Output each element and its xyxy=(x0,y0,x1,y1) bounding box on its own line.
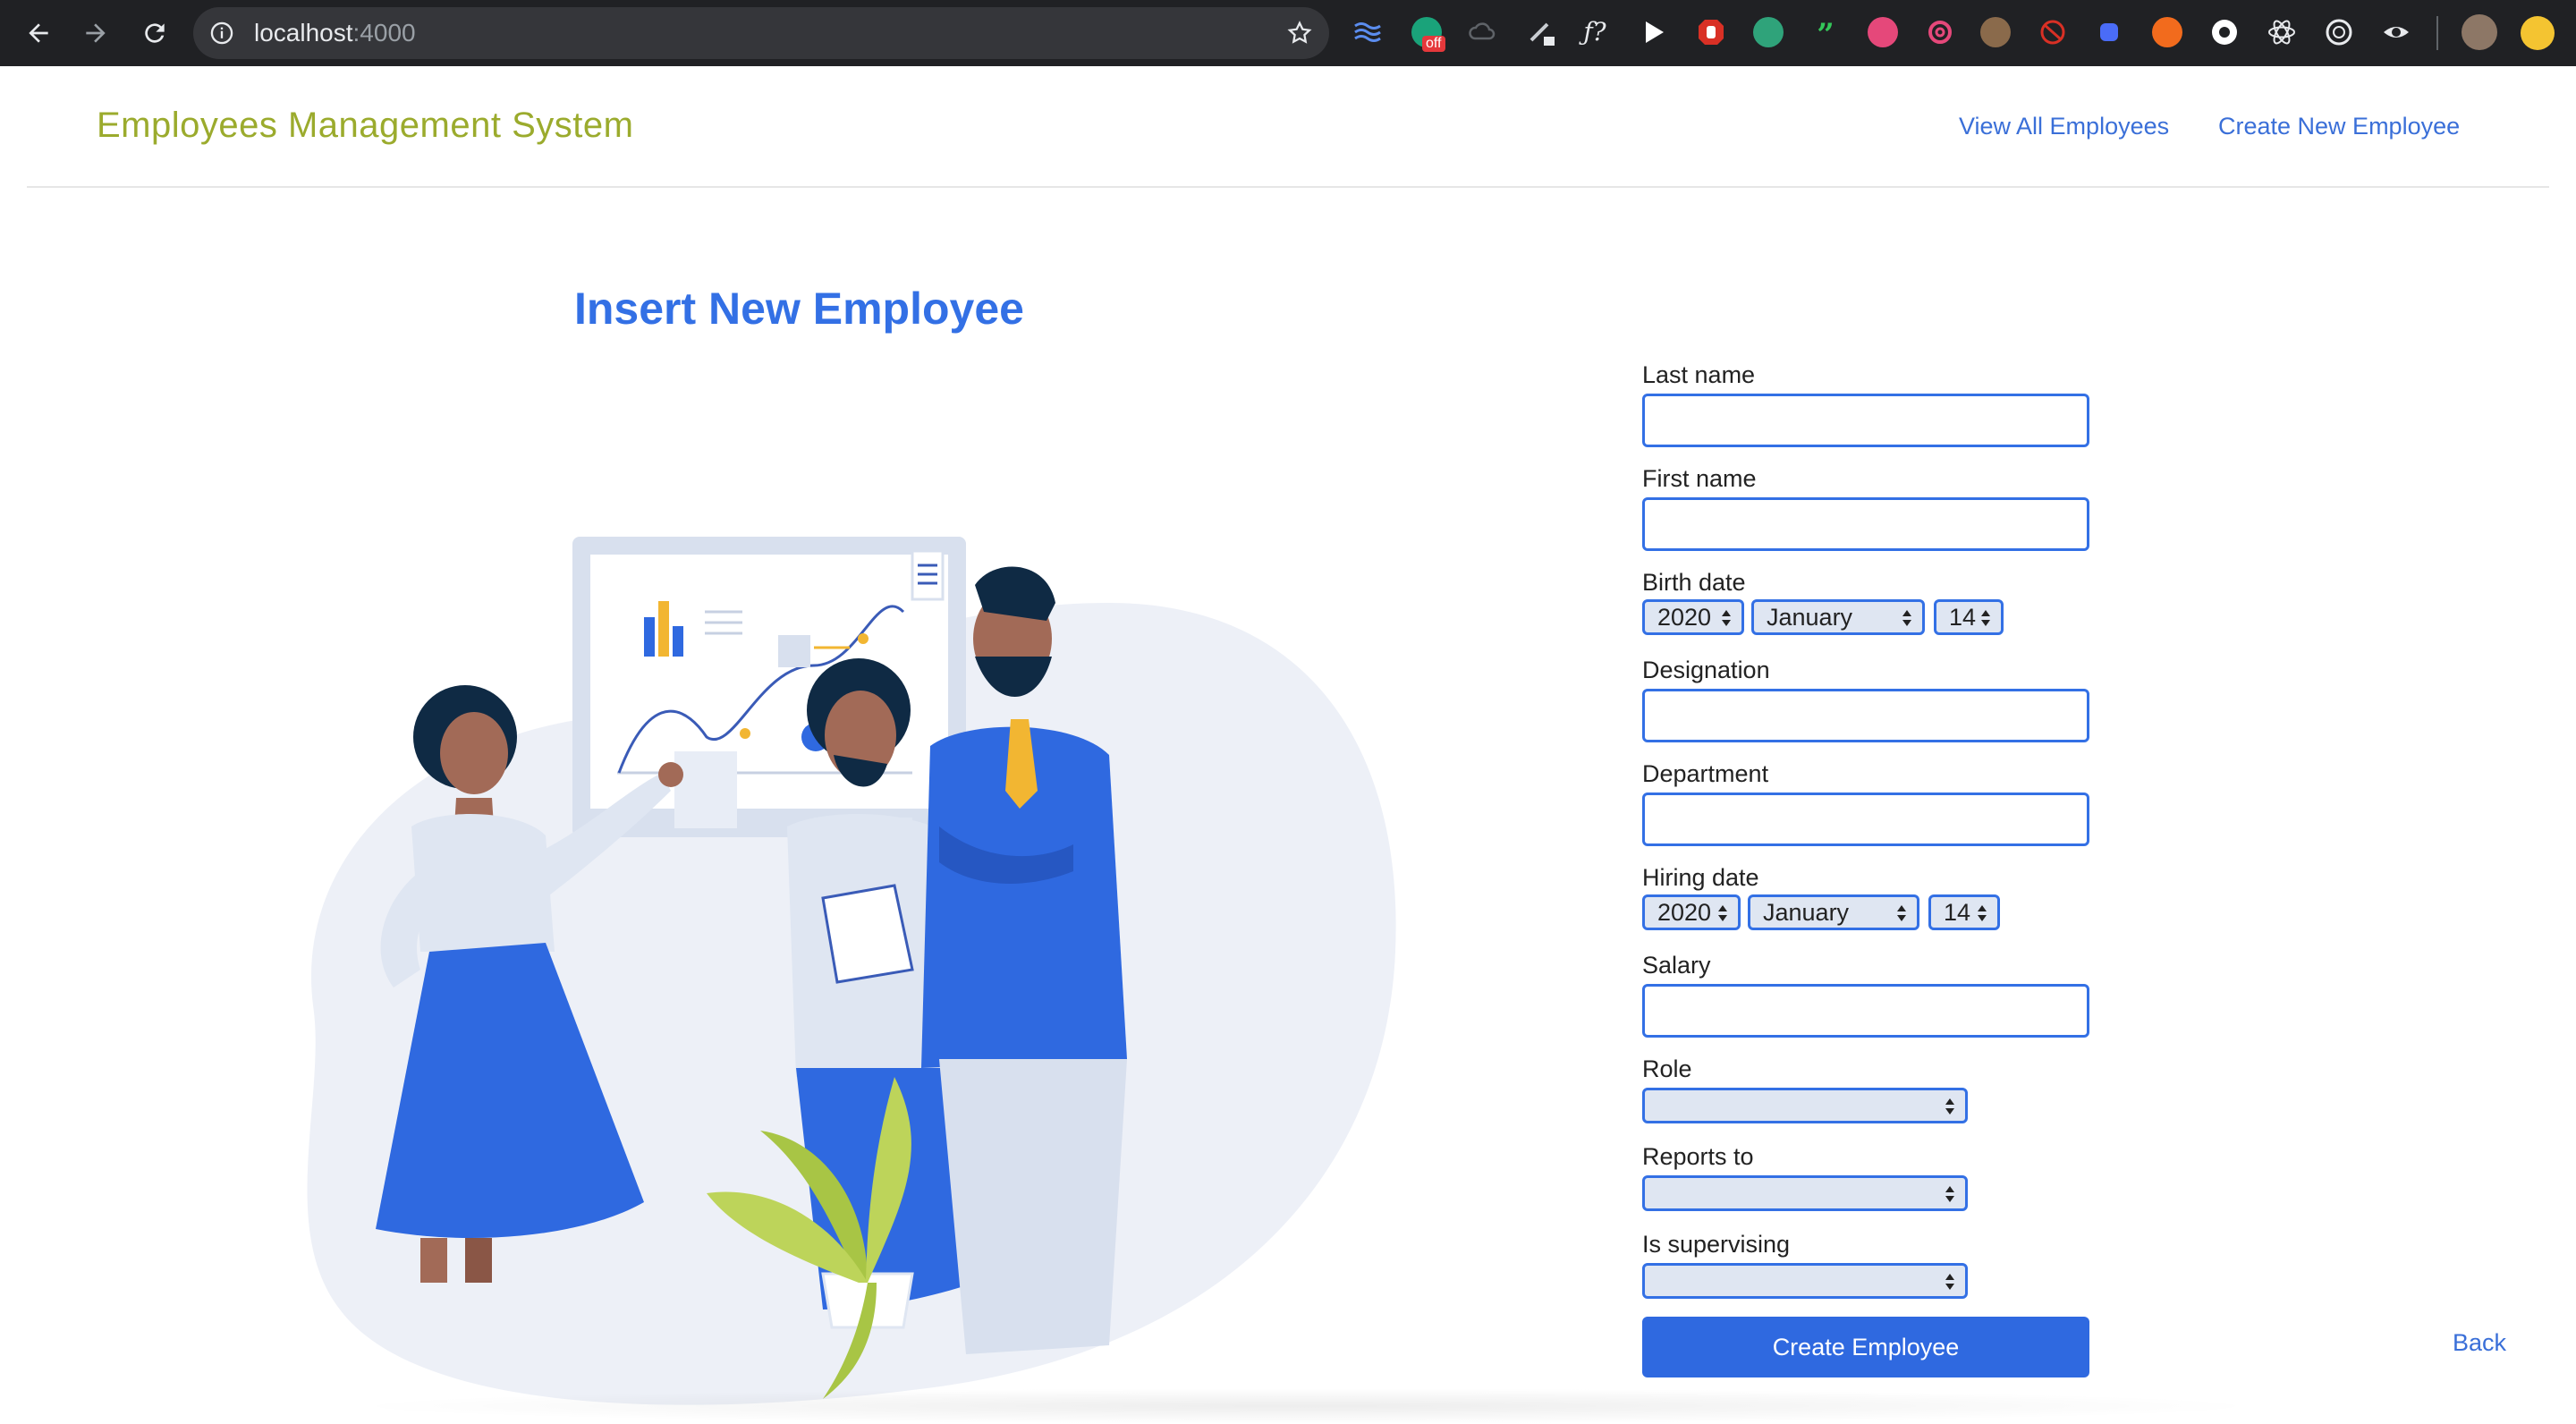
extension-dribbble-icon[interactable] xyxy=(2038,17,2068,47)
select-arrows-icon xyxy=(1902,610,1911,626)
select-arrows-icon xyxy=(1722,610,1731,626)
select-arrows-icon xyxy=(1897,905,1906,921)
designation-label: Designation xyxy=(1642,657,1770,683)
hiring-day-select[interactable]: 14 xyxy=(1928,894,2000,930)
select-arrows-icon xyxy=(1981,610,1990,626)
extension-waves-icon[interactable] xyxy=(1352,17,1383,47)
hiring-year-select[interactable]: 2020 xyxy=(1642,894,1741,930)
address-bar[interactable]: localhost:4000 xyxy=(193,7,1329,59)
reload-icon[interactable] xyxy=(134,13,175,54)
extension-cookie-icon[interactable] xyxy=(1980,17,2011,47)
reports-to-label: Reports to xyxy=(1642,1143,1754,1170)
role-select[interactable] xyxy=(1642,1088,1968,1123)
page: Employees Management System View All Emp… xyxy=(0,66,2576,1424)
toolbar-divider xyxy=(2436,16,2438,50)
extension-ring-icon[interactable] xyxy=(1925,17,1955,47)
select-arrows-icon xyxy=(1945,1274,1954,1290)
bookmark-star-icon[interactable] xyxy=(1286,20,1313,47)
nav-create-new-employee[interactable]: Create New Employee xyxy=(2218,113,2460,140)
extension-pen-icon[interactable] xyxy=(1526,17,1556,47)
extension-eye-icon[interactable] xyxy=(2381,17,2411,47)
salary-input[interactable] xyxy=(1642,984,2089,1038)
reports-to-select[interactable] xyxy=(1642,1175,1968,1211)
profile-avatar[interactable] xyxy=(2462,14,2497,50)
forward-icon[interactable] xyxy=(75,13,116,54)
extension-stop-icon[interactable] xyxy=(1696,17,1726,47)
extension-quote-icon[interactable]: ” xyxy=(1810,17,1841,53)
last-name-label: Last name xyxy=(1642,361,1756,388)
hiring-month-value: January xyxy=(1763,899,1850,926)
nav-view-all-employees[interactable]: View All Employees xyxy=(1959,113,2169,140)
department-input[interactable] xyxy=(1642,793,2089,846)
extension-circle-icon[interactable] xyxy=(2209,17,2240,47)
role-label: Role xyxy=(1642,1055,1692,1082)
select-arrows-icon xyxy=(1978,905,1987,921)
extension-hand-icon[interactable] xyxy=(2152,17,2182,47)
page-title: Insert New Employee xyxy=(574,284,1024,334)
birth-year-select[interactable]: 2020 xyxy=(1642,599,1744,635)
extension-check-icon[interactable] xyxy=(1753,17,1784,47)
brand-title[interactable]: Employees Management System xyxy=(97,106,633,146)
create-employee-button[interactable]: Create Employee xyxy=(1642,1317,2089,1377)
extension-formula-icon[interactable]: ƒ? xyxy=(1580,17,1610,47)
hiring-year-value: 2020 xyxy=(1657,899,1712,926)
first-name-input[interactable] xyxy=(1642,497,2089,551)
select-arrows-icon xyxy=(1945,1186,1954,1202)
team-meeting-illustration xyxy=(307,537,1396,1405)
extension-t-icon[interactable] xyxy=(1868,17,1898,47)
first-name-label: First name xyxy=(1642,465,1757,492)
browser-toolbar: localhost:4000 off ƒ? ” xyxy=(0,0,2576,66)
salary-label: Salary xyxy=(1642,952,1711,979)
extension-cloud-icon[interactable] xyxy=(1467,17,1497,47)
select-arrows-icon xyxy=(1945,1098,1954,1115)
extension-react-icon[interactable] xyxy=(2267,17,2297,47)
birth-date-label: Birth date xyxy=(1642,569,1746,596)
back-icon[interactable] xyxy=(18,13,59,54)
extension-lightbulb-icon[interactable] xyxy=(2521,16,2555,50)
last-name-input[interactable] xyxy=(1642,394,2089,447)
is-supervising-select[interactable] xyxy=(1642,1263,1968,1299)
site-info-icon[interactable] xyxy=(209,21,234,46)
extension-play-icon[interactable] xyxy=(1639,17,1669,47)
is-supervising-label: Is supervising xyxy=(1642,1231,1791,1258)
back-link[interactable]: Back xyxy=(2453,1329,2506,1357)
hiring-day-value: 14 xyxy=(1944,899,1971,926)
url-text[interactable]: localhost:4000 xyxy=(254,20,416,47)
birth-day-select[interactable]: 14 xyxy=(1934,599,2004,635)
hiring-month-select[interactable]: January xyxy=(1748,894,1919,930)
birth-year-value: 2020 xyxy=(1657,604,1712,631)
designation-input[interactable] xyxy=(1642,689,2089,742)
birth-day-value: 14 xyxy=(1949,604,1977,631)
header-divider xyxy=(27,186,2549,188)
department-label: Department xyxy=(1642,760,1769,787)
extension-badge: off xyxy=(1422,36,1445,52)
footer-shadow xyxy=(340,1388,2272,1424)
extension-square-icon[interactable] xyxy=(2100,23,2118,41)
birth-month-value: January xyxy=(1767,604,1853,631)
hiring-date-label: Hiring date xyxy=(1642,864,1759,891)
select-arrows-icon xyxy=(1718,905,1727,921)
extension-web-icon[interactable] xyxy=(2324,17,2354,47)
birth-month-select[interactable]: January xyxy=(1751,599,1925,635)
